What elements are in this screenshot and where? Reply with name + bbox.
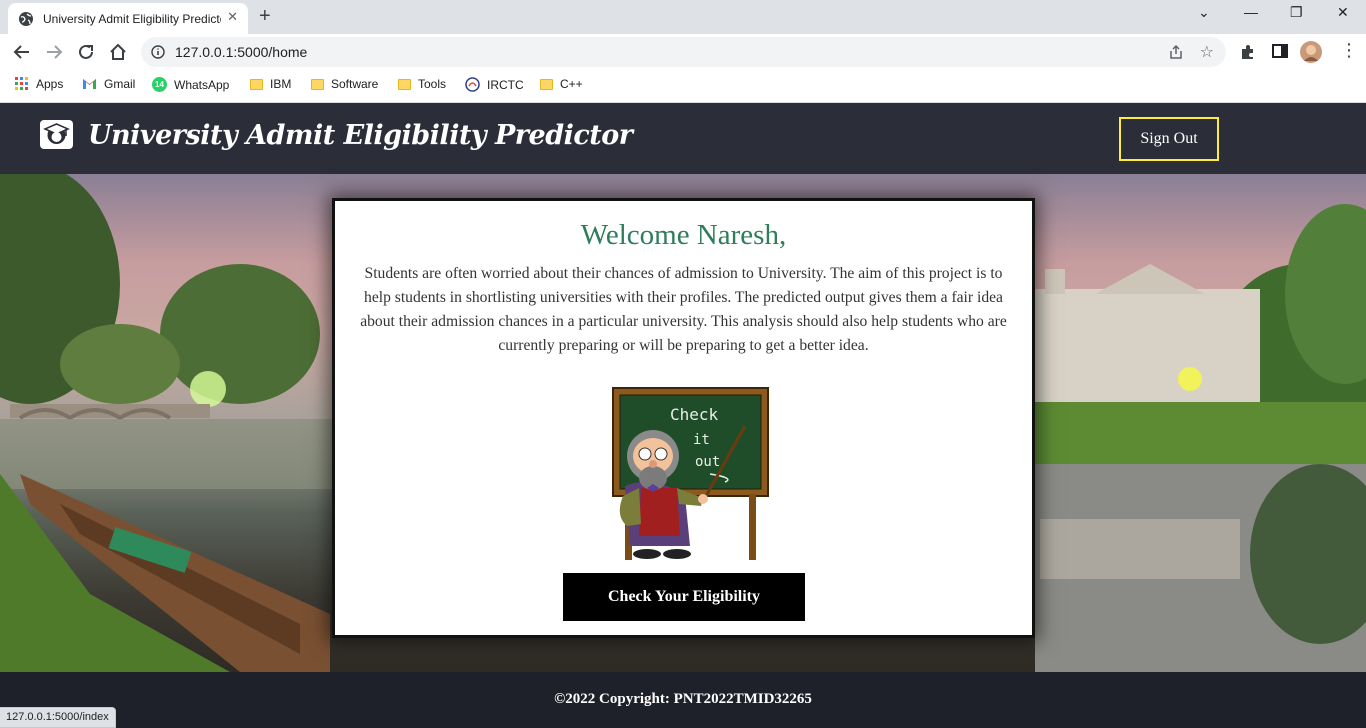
- chalk-text: out: [695, 454, 720, 470]
- bookmark-whatsapp[interactable]: 14 WhatsApp: [152, 77, 229, 92]
- extensions-icon[interactable]: [1239, 43, 1257, 61]
- minimize-icon[interactable]: —: [1244, 4, 1258, 20]
- profile-avatar[interactable]: [1300, 41, 1322, 63]
- bookmark-label: Tools: [418, 77, 447, 91]
- side-panel-icon[interactable]: [1272, 43, 1288, 59]
- gmail-icon: [83, 79, 96, 89]
- bookmark-folder-cpp[interactable]: C++: [540, 77, 583, 91]
- bookmark-label: Gmail: [104, 77, 136, 91]
- close-tab-icon[interactable]: ✕: [227, 10, 238, 25]
- forward-icon[interactable]: [43, 41, 65, 63]
- folder-icon: [540, 78, 553, 90]
- site-info-icon[interactable]: [151, 45, 165, 59]
- project-description: Students are often worried about their c…: [360, 265, 1007, 354]
- copyright-text: ©2022 Copyright: PNT2022TMID32265: [554, 691, 812, 707]
- irctc-icon: [465, 77, 480, 92]
- globe-icon: [19, 11, 33, 26]
- site-header: University Admit Eligibility Predictor S…: [0, 103, 1366, 174]
- site-title: University Admit Eligibility Predictor: [88, 120, 633, 151]
- sign-out-button[interactable]: Sign Out: [1119, 117, 1219, 161]
- share-icon[interactable]: [1168, 44, 1184, 60]
- bookmark-folder-ibm[interactable]: IBM: [250, 77, 291, 91]
- restore-icon[interactable]: ❐: [1290, 4, 1303, 21]
- close-window-icon[interactable]: ✕: [1337, 4, 1349, 21]
- bookmark-label: Apps: [36, 77, 64, 91]
- site-footer: ©2022 Copyright: PNT2022TMID32265: [0, 672, 1366, 728]
- welcome-card: Welcome Naresh, Students are often worri…: [332, 198, 1035, 638]
- apps-grid-icon: [15, 77, 28, 90]
- bookmark-label: IRCTC: [487, 77, 524, 92]
- bookmark-label: IBM: [270, 77, 292, 91]
- folder-icon: [250, 78, 263, 90]
- folder-icon: [311, 78, 324, 90]
- tab-title: University Admit Eligibility Predictor: [43, 11, 221, 26]
- tab-search-icon[interactable]: ⌄: [1198, 4, 1210, 21]
- browser-tab[interactable]: University Admit Eligibility Predictor ✕: [8, 3, 248, 34]
- bookmark-folder-tools[interactable]: Tools: [398, 77, 446, 91]
- url-text: 127.0.0.1:5000/home: [175, 44, 308, 60]
- link-status-bubble: 127.0.0.1:5000/index: [0, 707, 116, 728]
- whatsapp-icon: 14: [152, 77, 167, 92]
- back-icon[interactable]: [11, 41, 33, 63]
- new-tab-icon[interactable]: +: [259, 5, 271, 28]
- menu-kebab-icon[interactable]: ⋮: [1340, 40, 1358, 61]
- welcome-heading: Welcome Naresh,: [580, 219, 787, 251]
- chalk-text: Check: [670, 405, 719, 424]
- teacher-chalkboard-illustration: Check it out: [612, 387, 769, 560]
- browser-toolbar: 127.0.0.1:5000/home ☆ ⋮: [0, 34, 1366, 70]
- bookmark-apps[interactable]: Apps: [15, 77, 63, 91]
- home-icon[interactable]: [107, 41, 129, 63]
- bookmark-label: C++: [560, 77, 583, 91]
- bookmark-irctc[interactable]: IRCTC: [465, 77, 524, 92]
- bookmark-folder-software[interactable]: Software: [311, 77, 378, 91]
- bookmark-label: WhatsApp: [174, 77, 230, 92]
- chalk-text: it: [693, 432, 710, 448]
- bookmark-star-icon[interactable]: ☆: [1200, 42, 1214, 61]
- browser-tab-strip: University Admit Eligibility Predictor ✕…: [0, 0, 1366, 34]
- graduation-cap-logo-icon: [40, 120, 73, 149]
- folder-icon: [398, 78, 411, 90]
- reload-icon[interactable]: [75, 41, 97, 63]
- check-eligibility-button[interactable]: Check Your Eligibility: [563, 573, 805, 621]
- address-bar[interactable]: 127.0.0.1:5000/home ☆: [141, 37, 1226, 67]
- bookmarks-bar: Apps Gmail 14 WhatsApp IBM Software Tool…: [0, 70, 1366, 103]
- bookmark-label: Software: [331, 77, 379, 91]
- bookmark-gmail[interactable]: Gmail: [82, 77, 135, 91]
